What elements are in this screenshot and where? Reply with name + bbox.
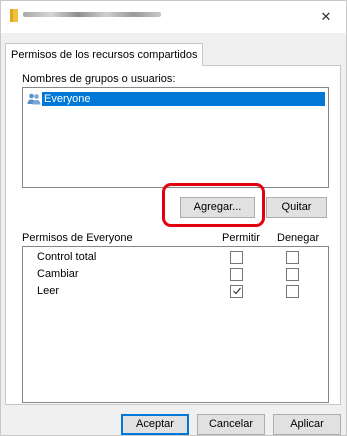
allow-checkbox[interactable] <box>230 268 243 281</box>
apply-button[interactable]: Aplicar <box>273 414 341 435</box>
apply-button-label: Aplicar <box>290 418 324 430</box>
cancel-button[interactable]: Cancelar <box>197 414 265 435</box>
allow-column-header: Permitir <box>222 232 260 244</box>
checkmark-icon <box>233 287 241 295</box>
tab-label: Permisos de los recursos compartidos <box>11 49 198 61</box>
ok-button-label: Aceptar <box>136 418 174 430</box>
cancel-button-label: Cancelar <box>208 418 254 430</box>
deny-checkbox[interactable] <box>286 268 299 281</box>
remove-button[interactable]: Quitar <box>266 197 327 218</box>
permission-row-change: Cambiar <box>22 267 329 283</box>
permission-row-full-control: Control total <box>22 250 329 266</box>
close-button[interactable]: ✕ <box>306 1 346 33</box>
properties-dialog: ✕ Permisos de los recursos compartidos N… <box>0 0 347 436</box>
add-button[interactable]: Agregar... <box>180 197 255 218</box>
permission-label: Control total <box>37 251 97 263</box>
list-item-label: Everyone <box>42 91 325 106</box>
deny-checkbox[interactable] <box>286 251 299 264</box>
tab-share-permissions[interactable]: Permisos de los recursos compartidos <box>5 43 204 66</box>
window-title <box>23 11 161 19</box>
groups-label: Nombres de grupos o usuarios: <box>22 73 176 85</box>
permission-label: Cambiar <box>37 268 79 280</box>
ok-button[interactable]: Aceptar <box>121 414 189 435</box>
permissions-label: Permisos de Everyone <box>22 232 133 244</box>
add-button-label: Agregar... <box>193 201 242 213</box>
permission-label: Leer <box>37 285 60 297</box>
title-bar: ✕ <box>1 1 346 33</box>
list-item-everyone[interactable]: Everyone <box>26 91 325 106</box>
deny-checkbox[interactable] <box>286 285 299 298</box>
permission-row-read: Leer <box>22 284 329 300</box>
allow-checkbox[interactable] <box>230 285 243 298</box>
close-icon: ✕ <box>320 9 332 24</box>
allow-checkbox[interactable] <box>230 251 243 264</box>
groups-listbox[interactable]: Everyone <box>22 87 329 188</box>
remove-button-label: Quitar <box>281 201 312 213</box>
users-icon <box>27 93 41 104</box>
folder-icon <box>10 9 18 22</box>
deny-column-header: Denegar <box>277 232 320 244</box>
